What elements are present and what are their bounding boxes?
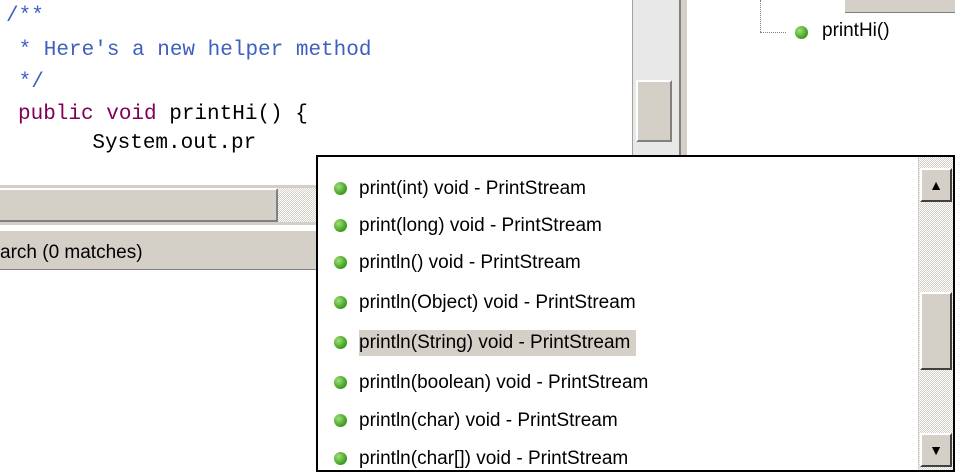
code-line-5: System.out.pr xyxy=(42,132,257,155)
horizontal-scroll-thumb[interactable] xyxy=(0,188,278,222)
completion-item-label: println(char) void - PrintStream xyxy=(359,409,618,431)
completion-item-selected[interactable]: println(String) void - PrintStream xyxy=(334,325,637,360)
public-method-icon xyxy=(795,26,808,39)
search-results-pane xyxy=(0,270,320,472)
code-line-1: /** xyxy=(6,5,44,28)
public-method-icon xyxy=(334,296,347,309)
keyword-text: public void xyxy=(18,103,157,126)
completion-item[interactable]: println(Object) void - PrintStream xyxy=(334,285,642,320)
completion-item-label: print(int) void - PrintStream xyxy=(359,177,587,199)
public-method-icon xyxy=(334,182,347,195)
public-method-icon xyxy=(334,452,347,465)
completion-item-label: println() void - PrintStream xyxy=(359,251,581,273)
completion-item-label: println(boolean) void - PrintStream xyxy=(359,371,649,393)
completion-item[interactable]: println() void - PrintStream xyxy=(334,245,587,280)
public-method-icon xyxy=(334,376,347,389)
content-assist-popup: print(int) void - PrintStream print(long… xyxy=(316,155,955,472)
horizontal-scroll-track[interactable] xyxy=(278,188,320,222)
public-method-icon xyxy=(334,336,347,349)
completion-item[interactable]: print(long) void - PrintStream xyxy=(334,208,608,243)
completion-item-label: println(char[]) void - PrintStream xyxy=(359,447,629,469)
public-method-icon xyxy=(334,414,347,427)
editor-scroll-thumb[interactable] xyxy=(636,80,672,142)
public-method-icon xyxy=(334,256,347,269)
outline-item-printhi[interactable]: printHi() xyxy=(822,20,890,42)
completion-item-label: println(String) void - PrintStream xyxy=(359,329,637,356)
completion-item[interactable]: println(boolean) void - PrintStream xyxy=(334,365,654,400)
outline-header-strip xyxy=(845,0,955,13)
completion-item[interactable]: print(int) void - PrintStream xyxy=(334,171,592,206)
completion-scroll-thumb[interactable] xyxy=(920,292,952,370)
tree-connector-line xyxy=(760,0,761,32)
completion-item-label: print(long) void - PrintStream xyxy=(359,214,602,236)
code-line-2: * Here's a new helper method xyxy=(6,39,372,62)
method-signature-text: printHi() { xyxy=(156,103,308,126)
search-tab-label[interactable]: arch (0 matches) xyxy=(0,242,143,264)
code-line-4: public void printHi() { xyxy=(18,102,308,128)
completion-item[interactable]: println(char[]) void - PrintStream xyxy=(334,441,634,476)
code-line-3: */ xyxy=(6,71,44,94)
tree-connector-branch xyxy=(760,32,786,33)
arrow-down-icon[interactable]: ▼ xyxy=(920,433,952,467)
public-method-icon xyxy=(334,219,347,232)
outline-view xyxy=(687,0,955,160)
completion-item[interactable]: println(char) void - PrintStream xyxy=(334,403,624,438)
arrow-up-icon[interactable]: ▲ xyxy=(920,168,952,202)
completion-item-label: println(Object) void - PrintStream xyxy=(359,291,636,313)
